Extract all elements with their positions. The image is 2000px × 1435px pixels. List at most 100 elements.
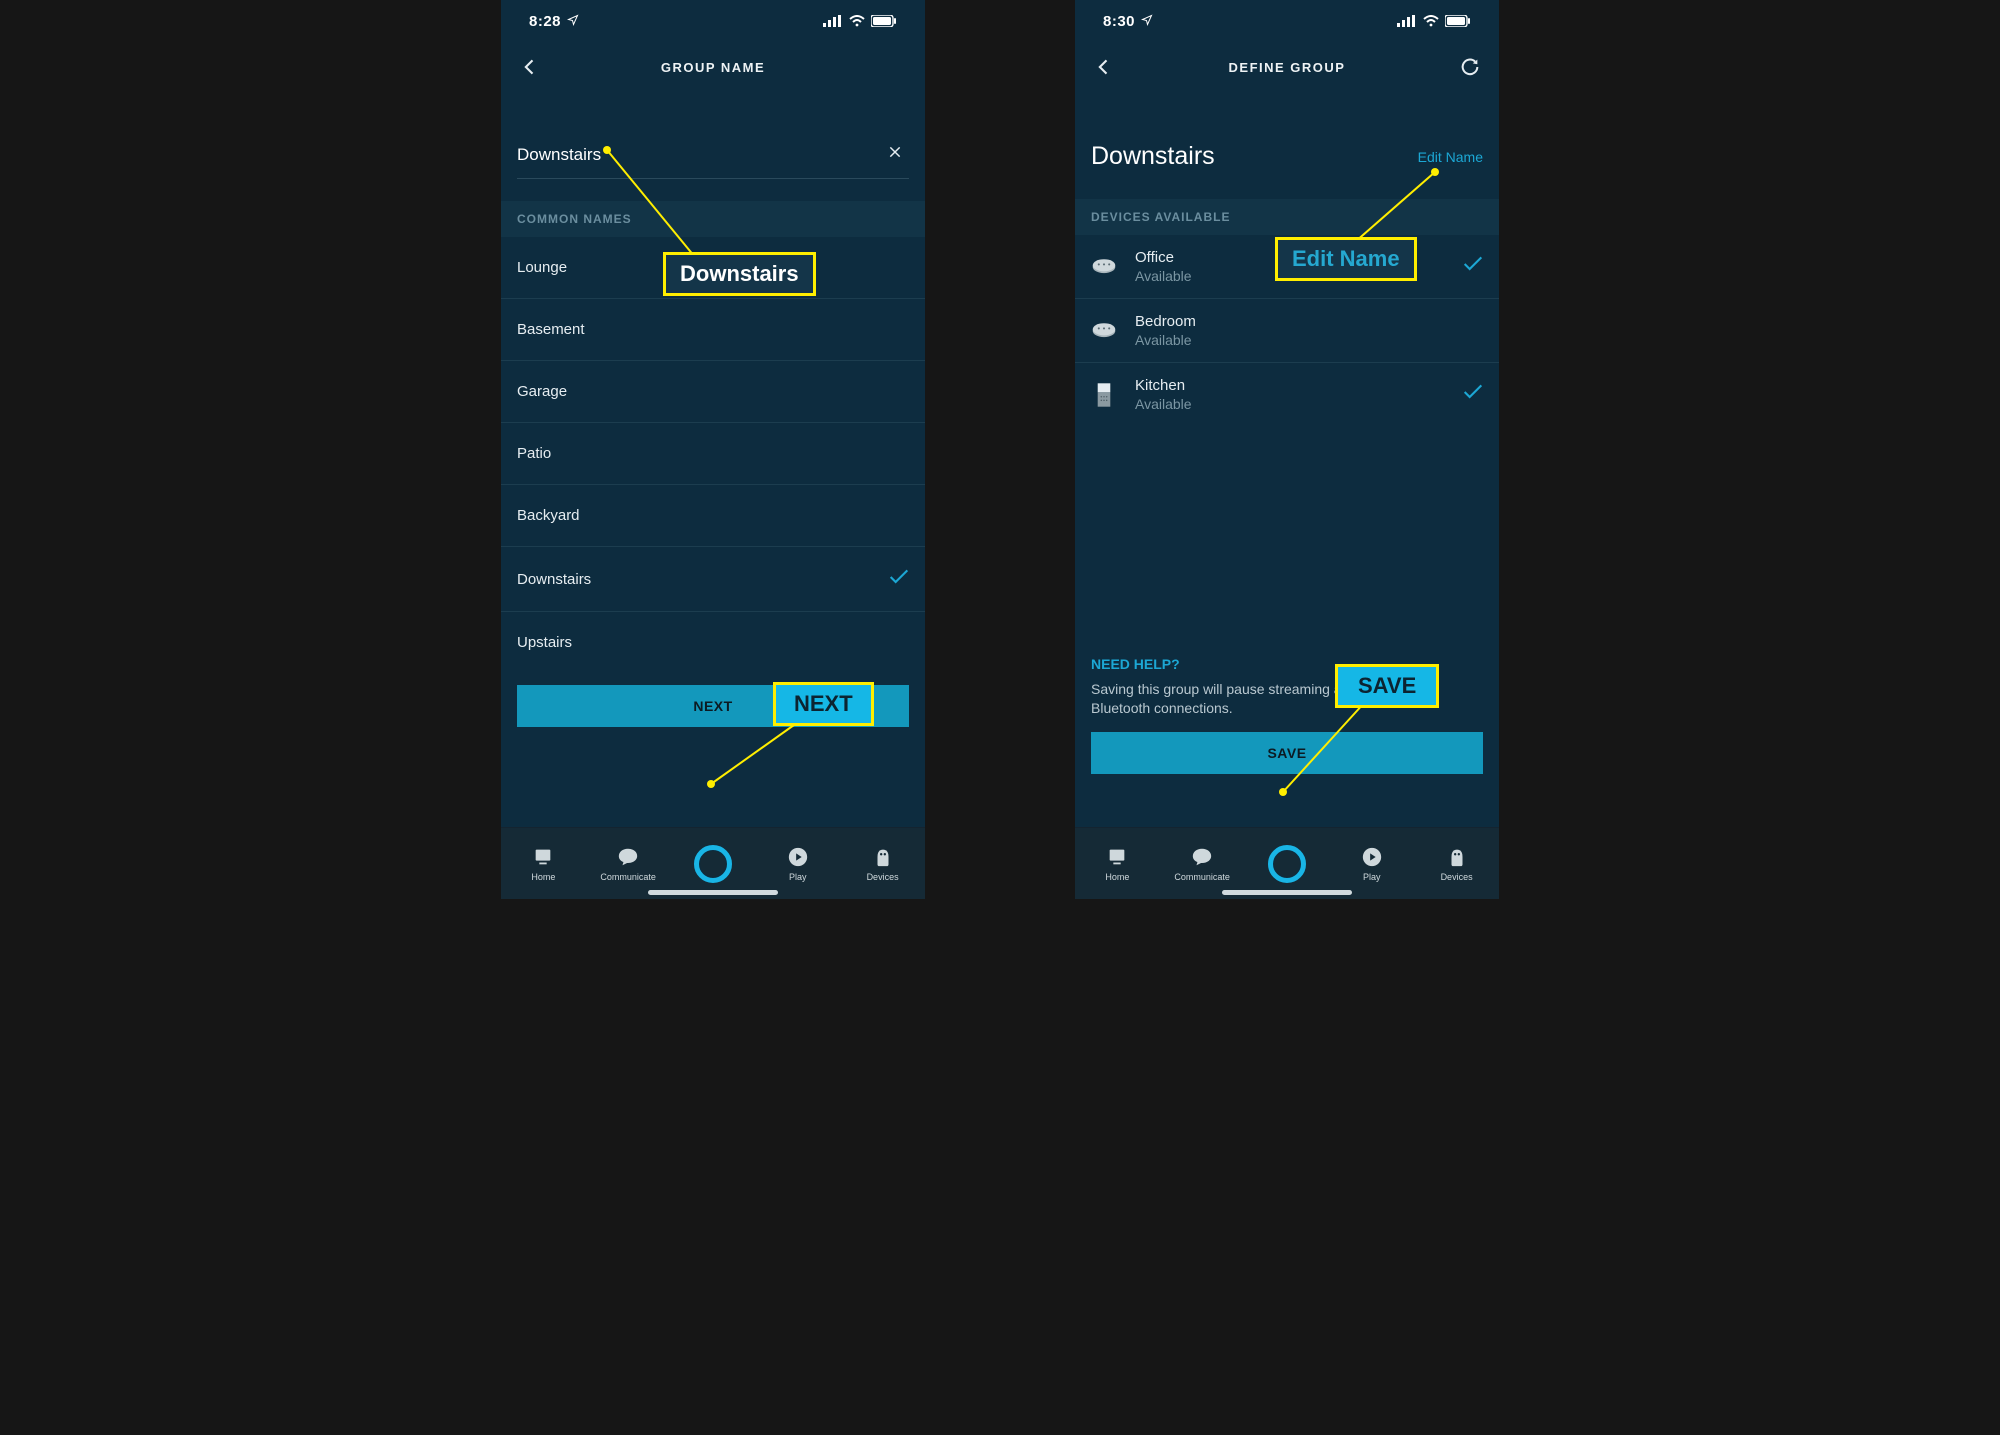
list-item-label: Upstairs bbox=[517, 634, 572, 651]
tab-label: Play bbox=[1363, 872, 1381, 882]
edit-name-link[interactable]: Edit Name bbox=[1418, 149, 1483, 165]
tab-bar: Home Communicate Play Devices bbox=[1075, 827, 1499, 899]
list-item-label: Garage bbox=[517, 383, 567, 400]
list-item[interactable]: Garage bbox=[501, 361, 925, 423]
back-button[interactable] bbox=[1089, 52, 1119, 82]
tab-label: Home bbox=[1105, 872, 1129, 882]
wifi-icon bbox=[849, 15, 865, 27]
list-item-label: Basement bbox=[517, 321, 585, 338]
phone-screen-define-group: 8:30 DEFINE GROUP Downstairs Edit Name D… bbox=[1075, 0, 1499, 899]
status-bar: 8:30 bbox=[1075, 0, 1499, 42]
tab-devices[interactable]: Devices bbox=[1422, 846, 1492, 882]
status-bar: 8:28 bbox=[501, 0, 925, 42]
wifi-icon bbox=[1423, 15, 1439, 27]
device-status: Available bbox=[1135, 268, 1445, 284]
status-icons bbox=[1397, 15, 1471, 27]
tab-alexa[interactable] bbox=[1252, 845, 1322, 883]
play-icon bbox=[1361, 846, 1383, 868]
checkmark-icon bbox=[889, 569, 909, 589]
echo-dot-icon bbox=[1091, 318, 1117, 344]
checkmark-icon bbox=[1463, 256, 1483, 277]
home-indicator[interactable] bbox=[648, 890, 778, 895]
nav-bar: DEFINE GROUP bbox=[1075, 42, 1499, 92]
alexa-ring-icon bbox=[694, 845, 732, 883]
device-name: Kitchen bbox=[1135, 377, 1445, 394]
devices-list: Office Available Bedroom Available bbox=[1075, 235, 1499, 426]
tab-home[interactable]: Home bbox=[508, 846, 578, 882]
chat-icon bbox=[1191, 846, 1213, 868]
tab-play[interactable]: Play bbox=[763, 846, 833, 882]
common-names-list: Lounge Basement Garage Patio Backyard Do… bbox=[501, 237, 925, 673]
checkmark-icon bbox=[1463, 384, 1483, 405]
nav-title: GROUP NAME bbox=[661, 60, 765, 75]
help-body: Saving this group will pause streaming a… bbox=[1075, 672, 1499, 718]
devices-icon bbox=[872, 846, 894, 868]
section-header-common-names: COMMON NAMES bbox=[501, 201, 925, 237]
device-row[interactable]: Kitchen Available bbox=[1075, 363, 1499, 426]
tab-devices[interactable]: Devices bbox=[848, 846, 918, 882]
home-icon bbox=[532, 846, 554, 868]
tab-label: Play bbox=[789, 872, 807, 882]
list-item[interactable]: Downstairs bbox=[501, 547, 925, 612]
refresh-button[interactable] bbox=[1455, 52, 1485, 82]
device-name: Bedroom bbox=[1135, 313, 1483, 330]
refresh-icon bbox=[1459, 56, 1481, 78]
home-indicator[interactable] bbox=[1222, 890, 1352, 895]
list-item[interactable]: Lounge bbox=[501, 237, 925, 299]
nav-bar: GROUP NAME bbox=[501, 42, 925, 92]
tab-home[interactable]: Home bbox=[1082, 846, 1152, 882]
group-name-input[interactable]: Downstairs bbox=[517, 140, 909, 179]
list-item[interactable]: Backyard bbox=[501, 485, 925, 547]
location-arrow-icon bbox=[1141, 13, 1153, 30]
list-item[interactable]: Upstairs bbox=[501, 612, 925, 673]
tab-label: Communicate bbox=[600, 872, 656, 882]
list-item-label: Backyard bbox=[517, 507, 580, 524]
group-title: Downstairs bbox=[1091, 142, 1215, 171]
save-button[interactable]: SAVE bbox=[1091, 732, 1483, 774]
device-row[interactable]: Bedroom Available bbox=[1075, 299, 1499, 363]
help-title: NEED HELP? bbox=[1075, 656, 1499, 672]
location-arrow-icon bbox=[567, 13, 579, 30]
tab-label: Communicate bbox=[1174, 872, 1230, 882]
status-time: 8:30 bbox=[1103, 13, 1135, 30]
status-time: 8:28 bbox=[529, 13, 561, 30]
device-name: Office bbox=[1135, 249, 1445, 266]
signal-icon bbox=[1397, 15, 1417, 27]
next-button[interactable]: NEXT bbox=[517, 685, 909, 727]
chevron-left-icon bbox=[520, 57, 540, 77]
tab-communicate[interactable]: Communicate bbox=[593, 846, 663, 882]
tab-bar: Home Communicate Play Devices bbox=[501, 827, 925, 899]
list-item[interactable]: Patio bbox=[501, 423, 925, 485]
close-icon bbox=[887, 144, 903, 160]
alexa-ring-icon bbox=[1268, 845, 1306, 883]
nav-title: DEFINE GROUP bbox=[1229, 60, 1346, 75]
home-icon bbox=[1106, 846, 1128, 868]
tab-alexa[interactable] bbox=[678, 845, 748, 883]
battery-icon bbox=[871, 15, 897, 27]
status-icons bbox=[823, 15, 897, 27]
device-status: Available bbox=[1135, 396, 1445, 412]
list-item-label: Lounge bbox=[517, 259, 567, 276]
group-name-value: Downstairs bbox=[517, 145, 881, 165]
tab-label: Devices bbox=[867, 872, 899, 882]
clear-input-button[interactable] bbox=[881, 140, 909, 170]
signal-icon bbox=[823, 15, 843, 27]
phone-screen-group-name: 8:28 GROUP NAME Downstairs COMMON NAMES … bbox=[501, 0, 925, 899]
back-button[interactable] bbox=[515, 52, 545, 82]
device-row[interactable]: Office Available bbox=[1075, 235, 1499, 299]
battery-icon bbox=[1445, 15, 1471, 27]
tab-label: Home bbox=[531, 872, 555, 882]
device-status: Available bbox=[1135, 332, 1483, 348]
echo-dot-icon bbox=[1091, 254, 1117, 280]
tab-communicate[interactable]: Communicate bbox=[1167, 846, 1237, 882]
list-item-label: Patio bbox=[517, 445, 551, 462]
echo-show-icon bbox=[1091, 382, 1117, 408]
devices-icon bbox=[1446, 846, 1468, 868]
tab-label: Devices bbox=[1441, 872, 1473, 882]
chat-icon bbox=[617, 846, 639, 868]
tab-play[interactable]: Play bbox=[1337, 846, 1407, 882]
list-item[interactable]: Basement bbox=[501, 299, 925, 361]
chevron-left-icon bbox=[1094, 57, 1114, 77]
list-item-label: Downstairs bbox=[517, 571, 591, 588]
play-icon bbox=[787, 846, 809, 868]
